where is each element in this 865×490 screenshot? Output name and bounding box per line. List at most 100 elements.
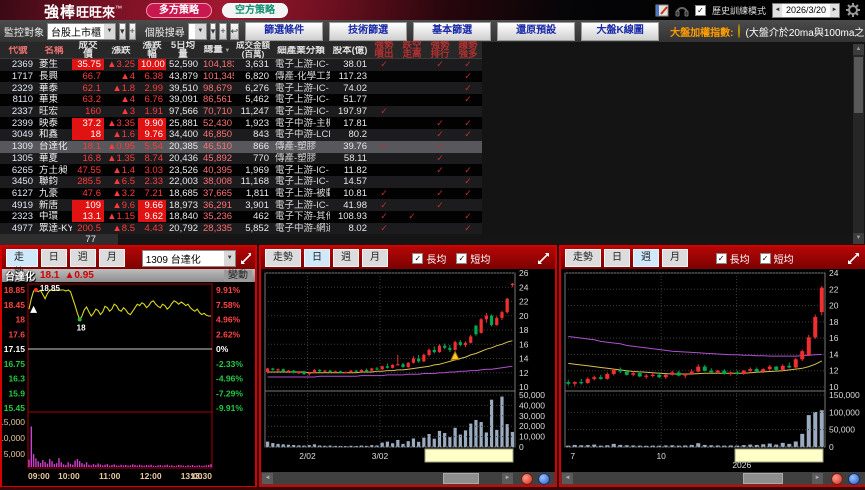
table-row[interactable]: 2329 華泰 62.1 ▲1.8 2.99 39,510 98,679 6,276 電子上游-… [0, 82, 482, 95]
tab-月[interactable]: 月 [98, 249, 125, 267]
column-header[interactable]: 成交金額(百萬) [234, 41, 272, 59]
column-header[interactable]: 5日均量 [166, 41, 200, 59]
settings-gear-icon[interactable] [846, 3, 860, 17]
fundamental-filter-button[interactable]: 基本篩選 [413, 21, 492, 41]
expand-icon[interactable] [846, 251, 861, 266]
daily-chart-scrollbar[interactable]: ◄ ► [261, 472, 555, 485]
ma-checkbox-item[interactable]: ✓ 短均 [759, 251, 794, 266]
table-row[interactable]: 2399 映泰 37.2 ▲3.35 9.90 25,881 52,430 1,923 電子中游… [0, 117, 482, 130]
table-cell: 39,091 [169, 94, 199, 106]
scroll-thumb[interactable] [743, 473, 783, 484]
notebook-icon[interactable] [655, 4, 669, 17]
search-add-button[interactable]: + [219, 22, 227, 40]
monitor-select[interactable]: 台股上市櫃 ▼ [47, 22, 116, 40]
technical-filter-button[interactable]: 技術篩選 [329, 21, 408, 41]
date-prev-icon[interactable]: ◄ [772, 3, 782, 17]
weekly-chart-scrollbar[interactable]: ◄ ► [561, 472, 865, 485]
table-scrollbar[interactable]: ▲ ▼ [853, 44, 864, 244]
scroll-left-icon[interactable]: ◄ [262, 473, 273, 484]
table-row[interactable]: 6265 方土昶 47.55 ▲1.4 3.03 23,526 40,395 1,969 電子上… [0, 164, 482, 176]
search-input[interactable]: ▼ [187, 22, 207, 40]
tab-日[interactable]: 日 [304, 249, 330, 267]
monitor-add-button[interactable]: + [128, 22, 136, 40]
column-header[interactable]: 細產業分類 [272, 46, 330, 55]
headset-icon[interactable] [675, 4, 689, 17]
column-header[interactable]: 趨勢強多 [454, 41, 482, 59]
column-header[interactable]: 名稱 [36, 46, 72, 55]
tab-走勢[interactable]: 走勢 [6, 249, 38, 278]
history-mode-checkbox[interactable]: ✓ [694, 4, 706, 16]
checkbox-checked-icon[interactable]: ✓ [759, 252, 771, 264]
scroll-thumb[interactable] [443, 473, 479, 484]
table-row[interactable]: 3450 聯鈞 285.5 ▲6.5 2.33 22,003 38,008 11,168 電子上… [0, 175, 482, 188]
search-undo-button[interactable]: ↩ [229, 22, 240, 40]
checkbox-checked-icon[interactable]: ✓ [715, 252, 727, 264]
scroll-left-icon[interactable]: ◄ [562, 473, 573, 484]
column-header[interactable]: 跌空走高 [398, 41, 426, 59]
checkbox-checked-icon[interactable]: ✓ [412, 252, 424, 264]
table-row[interactable]: 4977 眾達-KY 200.5 ▲8.5 4.43 20,792 28,335 5,852 電… [0, 222, 482, 235]
table-row[interactable]: 8110 華東 63.2 ▲4 6.76 39,091 86,561 5,462 電子上游-IC… [0, 94, 482, 106]
tab-走勢[interactable]: 走勢 [265, 249, 301, 267]
symbol-select[interactable]: 1309 台達化 ▼ [141, 249, 237, 267]
ma-checkbox-item[interactable]: ✓ 短均 [456, 251, 490, 266]
market-kline-button[interactable]: 大盤K線圖 [581, 21, 660, 41]
scroll-up-icon[interactable]: ▲ [853, 44, 864, 55]
table-row[interactable]: 1305 華夏 16.8 ▲1.35 8.74 20,436 45,892 770 傳產-塑膠 5… [0, 152, 482, 165]
expand-icon[interactable] [239, 251, 251, 266]
chevron-down-icon[interactable]: ▼ [224, 250, 236, 266]
table-row[interactable]: 3049 和鑫 18 ▲1.69.7634,400 46,850 843 電子中游-LCD…… [0, 129, 482, 141]
monitor-dropdown-button[interactable]: ▾ [119, 22, 126, 40]
column-header[interactable]: 強勢排行 [426, 41, 454, 59]
column-header[interactable]: 總量 ▼ [200, 45, 234, 56]
intraday-chart[interactable]: 18.85 9.91% 18.45 7.58% 18 4.96% 17.6 2.62% 17.1… [2, 282, 255, 486]
zoom-out-button[interactable] [831, 472, 843, 485]
tab-週[interactable]: 週 [333, 249, 359, 267]
chevron-down-icon[interactable]: ▼ [194, 23, 206, 39]
scroll-down-icon[interactable]: ▼ [853, 233, 864, 244]
table-cell: 1,969 [245, 164, 269, 176]
table-row[interactable]: 1717 長興 66.7 ▲4 6.38 43,879 101,345 6,820 傳產-化學工… [0, 70, 482, 83]
scroll-thumb[interactable] [854, 57, 863, 113]
table-row[interactable]: 6127 九豪 47.6 ▲3.2 7.21 18,685 37,665 1,811 電子上游-… [0, 187, 482, 200]
ma-checkbox-item[interactable]: ✓ 長均 [412, 251, 446, 266]
zoom-out-button[interactable] [521, 472, 533, 485]
tab-月[interactable]: 月 [662, 249, 688, 267]
daily-kline-chart[interactable]: 26242220181614121050,00040,00030,00020,0… [261, 269, 555, 471]
column-header[interactable]: 代號 [0, 46, 36, 55]
sort-desc-icon[interactable]: ▼ [223, 48, 230, 54]
table-row[interactable]: 4919 新唐 109 ▲9.6 9.66 18,973 36,291 3,901 電子上游-I… [0, 199, 482, 211]
column-header[interactable]: 漲跌幅 [138, 41, 166, 59]
tab-月[interactable]: 月 [362, 249, 388, 267]
table-row[interactable]: 2337 旺宏 160 ▲3 1.91 97,566 70,710 11,247 電子上游-IC… [0, 105, 482, 118]
checkbox-checked-icon[interactable]: ✓ [456, 252, 468, 264]
date-next-icon[interactable]: ► [830, 3, 839, 17]
ma-checkbox-item[interactable]: ✓ 長均 [715, 251, 750, 266]
scroll-right-icon[interactable]: ► [502, 473, 513, 484]
change-mode-button[interactable]: 變動 [224, 269, 252, 282]
column-header[interactable]: 股本(億) [330, 46, 370, 55]
zoom-in-button[interactable] [848, 472, 860, 485]
tab-週[interactable]: 週 [69, 249, 96, 267]
tab-走勢[interactable]: 走勢 [565, 249, 601, 267]
column-header[interactable]: 漲跌 [104, 46, 138, 55]
date-picker[interactable]: ◄ 2026/3/20 ► [771, 2, 840, 18]
search-dropdown-button[interactable]: ▾ [209, 22, 217, 40]
weekly-kline-chart[interactable]: 2422201816141210150,000100,00050,00007 10… [561, 269, 865, 471]
scroll-right-icon[interactable]: ► [812, 473, 823, 484]
tab-日[interactable]: 日 [604, 249, 630, 267]
filter-criteria-button[interactable]: 篩選條件 [245, 21, 324, 41]
zoom-in-button[interactable] [538, 472, 550, 485]
bull-strategy-button[interactable]: 多方策略 [146, 3, 212, 18]
column-header[interactable]: 強勢噴出 [370, 41, 398, 59]
column-header[interactable]: 成交價 [72, 41, 104, 59]
tab-日[interactable]: 日 [40, 249, 67, 267]
chevron-down-icon[interactable]: ▼ [104, 23, 115, 39]
bear-strategy-button[interactable]: 空方策略 [222, 3, 288, 18]
table-row[interactable]: 1309 台達化 18.1 ▲0.95 5.54 20,385 46,510 866 傳產-塑膠… [0, 140, 482, 153]
table-row[interactable]: 2323 中環 13.1 ▲1.15 9.62 18,840 35,236 462 電子下游-其… [0, 210, 482, 223]
reset-default-button[interactable]: 還原預設 [497, 21, 576, 41]
tab-週[interactable]: 週 [633, 249, 659, 267]
expand-icon[interactable] [536, 251, 551, 266]
table-row[interactable]: 2369 菱生 35.75 ▲3.25 10.00 52,590 104,183 3,631 電… [0, 59, 482, 71]
